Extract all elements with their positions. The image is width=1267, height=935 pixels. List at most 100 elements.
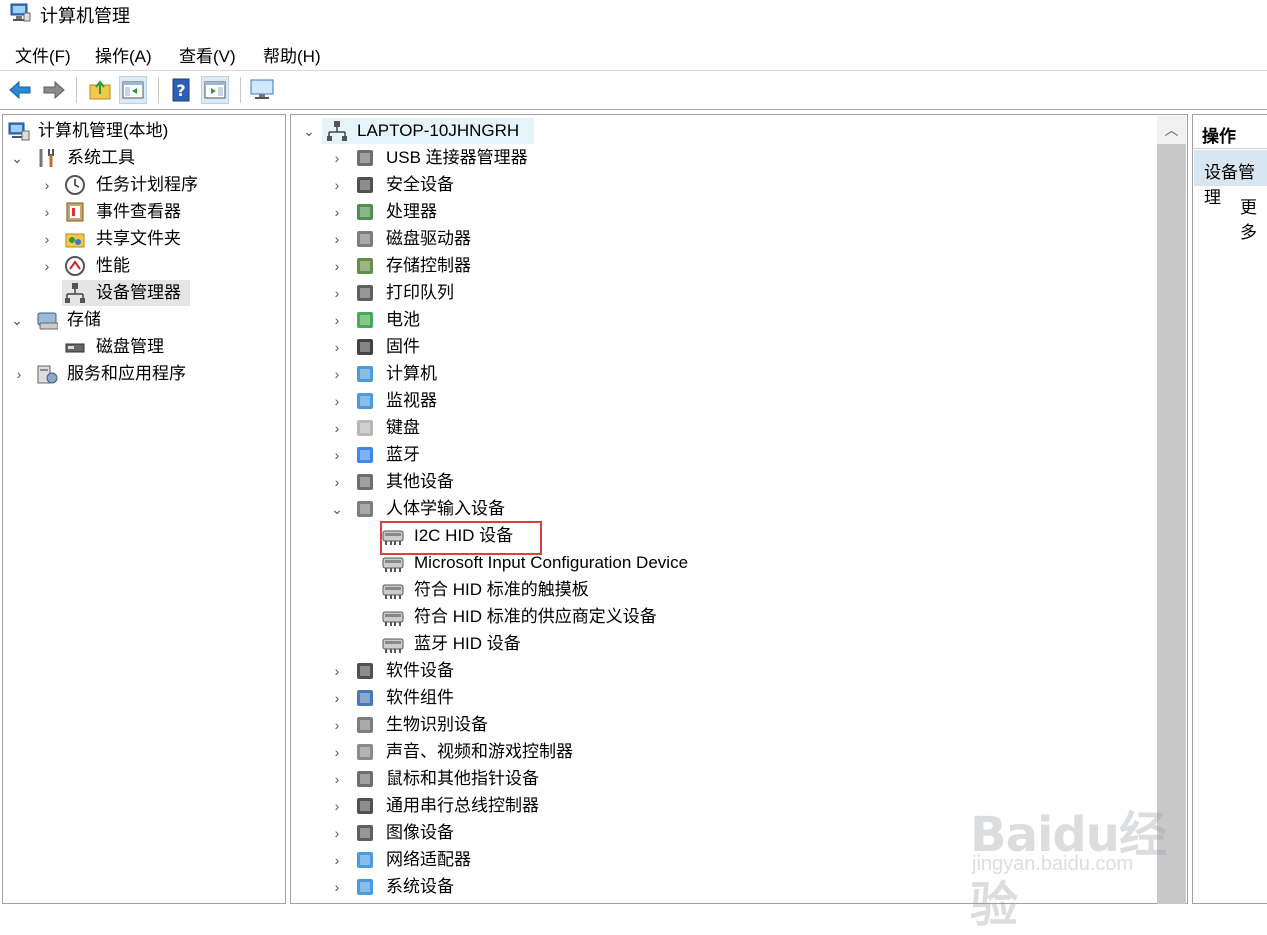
chevron-right-icon[interactable]: › bbox=[330, 199, 344, 225]
actions-more-link[interactable]: 更多 bbox=[1240, 193, 1267, 243]
back-arrow-icon[interactable] bbox=[6, 76, 34, 104]
device-category-item[interactable]: › 磁盘驱动器 bbox=[300, 226, 1150, 252]
chevron-right-icon[interactable]: › bbox=[330, 739, 344, 765]
chevron-right-icon[interactable]: › bbox=[330, 712, 344, 738]
device-label: 监视器 bbox=[386, 391, 437, 410]
device-category-item[interactable]: › 处理器 bbox=[300, 199, 1150, 225]
chevron-right-icon[interactable]: › bbox=[330, 280, 344, 306]
device-category-item[interactable]: › 存储控制器 bbox=[300, 253, 1150, 279]
chevron-right-icon[interactable]: › bbox=[330, 334, 344, 360]
chevron-down-icon[interactable]: ⌄ bbox=[10, 145, 24, 171]
hid-device-icon bbox=[382, 638, 404, 653]
tree-item-performance[interactable]: › 性能 bbox=[6, 253, 276, 279]
battery-icon bbox=[357, 312, 373, 328]
tree-item-event-viewer[interactable]: › 事件查看器 bbox=[6, 199, 276, 225]
processor-icon bbox=[357, 204, 373, 220]
device-label: 键盘 bbox=[386, 418, 420, 437]
device-category-item[interactable]: › 软件组件 bbox=[300, 685, 1150, 711]
title-bar: 计算机管理 bbox=[0, 0, 1267, 28]
actions-section[interactable]: 设备管理 bbox=[1194, 150, 1267, 207]
chevron-right-icon[interactable]: › bbox=[330, 388, 344, 414]
chevron-right-icon[interactable]: › bbox=[330, 793, 344, 819]
device-label: 安全设备 bbox=[386, 175, 454, 194]
show-hide-action-icon[interactable] bbox=[201, 76, 229, 104]
chevron-right-icon[interactable]: › bbox=[330, 469, 344, 495]
chevron-right-icon[interactable]: › bbox=[40, 253, 54, 279]
chevron-right-icon[interactable]: › bbox=[330, 766, 344, 792]
chevron-right-icon[interactable]: › bbox=[330, 226, 344, 252]
chevron-down-icon[interactable]: ⌄ bbox=[10, 307, 24, 333]
device-category-item[interactable]: › 软件设备 bbox=[300, 658, 1150, 684]
device-category-item[interactable]: › 安全设备 bbox=[300, 172, 1150, 198]
device-category-item[interactable]: ⌄ 人体学输入设备 bbox=[300, 496, 1150, 522]
network-adapter-icon bbox=[357, 852, 373, 868]
tree-root-label: 计算机管理(本地) bbox=[38, 121, 169, 140]
computer-management-icon bbox=[8, 122, 30, 141]
chevron-right-icon[interactable]: › bbox=[330, 253, 344, 279]
tree-item-system-tools[interactable]: ⌄ 系统工具 bbox=[6, 145, 276, 171]
tree-item-task-scheduler[interactable]: › 任务计划程序 bbox=[6, 172, 276, 198]
device-category-item[interactable]: › 键盘 bbox=[300, 415, 1150, 441]
chevron-down-icon[interactable]: ⌄ bbox=[330, 496, 344, 522]
chevron-right-icon[interactable]: › bbox=[330, 361, 344, 387]
hid-device-icon bbox=[382, 557, 404, 572]
tree-item-label: 服务和应用程序 bbox=[67, 364, 186, 383]
device-category-item[interactable]: › 声音、视频和游戏控制器 bbox=[300, 739, 1150, 765]
tree-item-shared-folders[interactable]: › 共享文件夹 bbox=[6, 226, 276, 252]
menu-action[interactable]: 操作(A) bbox=[95, 42, 152, 67]
device-category-item[interactable]: › 其他设备 bbox=[300, 469, 1150, 495]
chevron-right-icon[interactable]: › bbox=[330, 442, 344, 468]
device-category-item[interactable]: › 打印队列 bbox=[300, 280, 1150, 306]
device-label: 符合 HID 标准的触摸板 bbox=[414, 580, 589, 599]
menu-view[interactable]: 查看(V) bbox=[179, 42, 236, 67]
chevron-right-icon[interactable]: › bbox=[330, 145, 344, 171]
tree-root[interactable]: 计算机管理(本地) bbox=[6, 118, 276, 144]
device-category-item[interactable]: › 生物识别设备 bbox=[300, 712, 1150, 738]
hid-device-item[interactable]: 符合 HID 标准的供应商定义设备 bbox=[300, 604, 1150, 630]
chevron-right-icon[interactable]: › bbox=[40, 199, 54, 225]
device-category-item[interactable]: › 计算机 bbox=[300, 361, 1150, 387]
disk-drive-icon bbox=[357, 231, 373, 247]
scroll-up-icon[interactable]: ︿ bbox=[1157, 116, 1186, 144]
chevron-right-icon[interactable]: › bbox=[330, 658, 344, 684]
device-category-item[interactable]: › 监视器 bbox=[300, 388, 1150, 414]
actions-header: 操作 bbox=[1194, 118, 1267, 149]
keyboard-icon bbox=[357, 420, 373, 436]
chevron-right-icon[interactable]: › bbox=[330, 172, 344, 198]
chevron-right-icon[interactable]: › bbox=[330, 847, 344, 873]
chevron-right-icon[interactable]: › bbox=[330, 685, 344, 711]
show-hide-tree-icon[interactable] bbox=[119, 76, 147, 104]
menu-file[interactable]: 文件(F) bbox=[15, 42, 71, 67]
chevron-right-icon[interactable]: › bbox=[330, 415, 344, 441]
storage-icon bbox=[37, 312, 58, 330]
device-category-item[interactable]: › 电池 bbox=[300, 307, 1150, 333]
software-component-icon bbox=[357, 690, 373, 706]
chevron-right-icon[interactable]: › bbox=[12, 361, 26, 387]
hid-device-item[interactable]: 蓝牙 HID 设备 bbox=[300, 631, 1150, 657]
tree-item-services-apps[interactable]: › 服务和应用程序 bbox=[6, 361, 276, 387]
chevron-right-icon[interactable]: › bbox=[40, 226, 54, 252]
usb-icon bbox=[357, 150, 373, 166]
chevron-right-icon[interactable]: › bbox=[330, 820, 344, 846]
forward-arrow-icon[interactable] bbox=[40, 76, 68, 104]
device-root[interactable]: ⌄ LAPTOP-10JHNGRH bbox=[300, 118, 540, 144]
chevron-right-icon[interactable]: › bbox=[330, 307, 344, 333]
hid-device-item[interactable]: 符合 HID 标准的触摸板 bbox=[300, 577, 1150, 603]
biometric-icon bbox=[357, 717, 373, 733]
monitor-icon[interactable] bbox=[248, 76, 276, 104]
help-icon[interactable]: ? bbox=[167, 76, 195, 104]
chevron-down-icon[interactable]: ⌄ bbox=[302, 118, 316, 144]
tree-item-label: 存储 bbox=[67, 310, 101, 329]
device-label: 网络适配器 bbox=[386, 850, 471, 869]
device-category-item[interactable]: › USB 连接器管理器 bbox=[300, 145, 1150, 171]
up-folder-icon[interactable] bbox=[86, 76, 114, 104]
menu-help[interactable]: 帮助(H) bbox=[263, 42, 321, 67]
device-category-item[interactable]: › 蓝牙 bbox=[300, 442, 1150, 468]
chevron-right-icon[interactable]: › bbox=[330, 874, 344, 900]
device-category-item[interactable]: › 固件 bbox=[300, 334, 1150, 360]
tree-item-disk-management[interactable]: 磁盘管理 bbox=[6, 334, 276, 360]
tree-item-device-manager[interactable]: 设备管理器 bbox=[62, 280, 190, 306]
tree-item-storage[interactable]: ⌄ 存储 bbox=[6, 307, 276, 333]
computer-name: LAPTOP-10JHNGRH bbox=[357, 121, 520, 140]
chevron-right-icon[interactable]: › bbox=[40, 172, 54, 198]
